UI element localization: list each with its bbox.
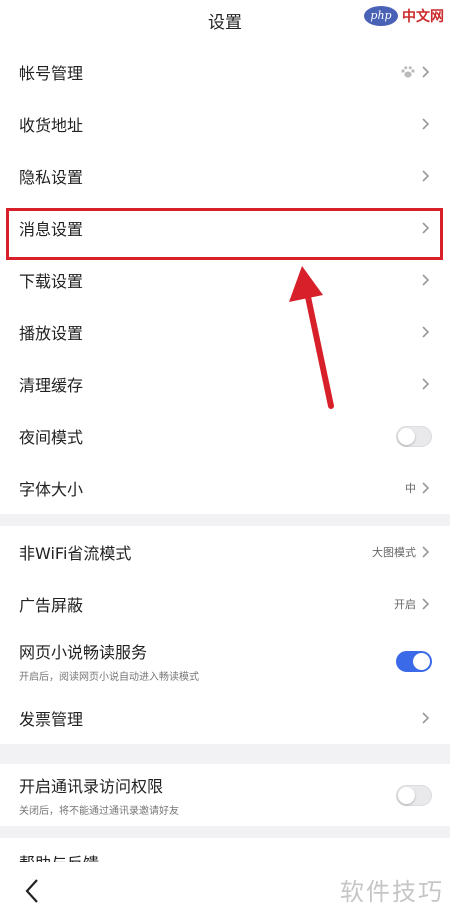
paw-icon <box>401 66 415 78</box>
row-night-mode: 夜间模式 <box>0 410 450 462</box>
row-label: 开启通讯录访问权限 <box>19 777 164 796</box>
settings-group-2: 非WiFi省流模式 大图模式 广告屏蔽 开启 网页小说畅读服务 开启后，阅读网页… <box>0 526 450 744</box>
toggle-knob <box>398 427 415 445</box>
settings-group-3: 开启通讯录访问权限 关闭后，将不能通过通讯录邀请好友 <box>0 764 450 826</box>
novel-reader-toggle[interactable] <box>396 650 432 672</box>
row-label: 广告屏蔽 <box>19 596 84 615</box>
row-label: 网页小说畅读服务 <box>19 643 148 662</box>
row-font-size[interactable]: 字体大小 中 <box>0 462 450 514</box>
bottom-bar: 软件技巧 <box>0 862 450 920</box>
row-contacts-permission: 开启通讯录访问权限 关闭后，将不能通过通讯录邀请好友 <box>0 764 450 826</box>
chevron-right-icon <box>422 326 430 338</box>
row-invoice[interactable]: 发票管理 <box>0 692 450 744</box>
row-download[interactable]: 下载设置 <box>0 254 450 306</box>
row-ad-block[interactable]: 广告屏蔽 开启 <box>0 578 450 630</box>
chevron-right-icon <box>422 118 430 130</box>
row-label: 下载设置 <box>19 272 84 291</box>
row-novel-reader: 网页小说畅读服务 开启后，阅读网页小说自动进入畅读模式 <box>0 630 450 692</box>
chevron-right-icon <box>422 712 430 724</box>
row-account[interactable]: 帐号管理 <box>0 46 450 98</box>
annotation-arrow <box>289 266 334 409</box>
row-label: 收货地址 <box>19 116 84 135</box>
row-label: 清理缓存 <box>19 376 84 395</box>
row-address[interactable]: 收货地址 <box>0 98 450 150</box>
row-label: 帐号管理 <box>19 64 84 83</box>
row-clear-cache[interactable]: 清理缓存 <box>0 358 450 410</box>
chevron-right-icon <box>422 598 430 610</box>
page-title: 设置 <box>208 13 242 33</box>
data-saver-value: 大图模式 <box>372 546 416 559</box>
chevron-right-icon <box>422 66 430 78</box>
chevron-right-icon <box>422 546 430 558</box>
toggle-knob <box>413 652 430 670</box>
toggle-knob <box>398 786 415 804</box>
chevron-right-icon <box>422 482 430 494</box>
night-mode-toggle[interactable] <box>396 425 432 447</box>
row-label: 非WiFi省流模式 <box>19 544 132 563</box>
row-label: 隐私设置 <box>19 168 84 187</box>
settings-group-1: 帐号管理 收货地址 隐私设置 消息设置 下载设置 播放设置 清理缓存 夜间模式 … <box>0 46 450 514</box>
watermark-text: 中文网 <box>402 9 444 25</box>
row-label: 夜间模式 <box>19 428 84 447</box>
row-label: 字体大小 <box>19 480 84 499</box>
font-size-value: 中 <box>405 482 416 495</box>
row-sublabel: 开启后，阅读网页小说自动进入畅读模式 <box>19 672 199 683</box>
chevron-right-icon <box>422 170 430 182</box>
watermark-text-bottom: 软件技巧 <box>340 878 444 906</box>
watermark-logo: php 中文网 <box>364 4 444 28</box>
php-logo: php <box>364 6 398 26</box>
chevron-right-icon <box>422 378 430 390</box>
row-data-saver[interactable]: 非WiFi省流模式 大图模式 <box>0 526 450 578</box>
back-arrow-icon[interactable] <box>24 878 40 904</box>
highlight-box <box>6 208 443 260</box>
row-privacy[interactable]: 隐私设置 <box>0 150 450 202</box>
contacts-permission-toggle[interactable] <box>396 784 432 806</box>
chevron-right-icon <box>422 274 430 286</box>
row-playback[interactable]: 播放设置 <box>0 306 450 358</box>
row-label: 播放设置 <box>19 324 84 343</box>
row-sublabel: 关闭后，将不能通过通讯录邀请好友 <box>19 806 179 817</box>
ad-block-value: 开启 <box>394 598 416 611</box>
row-label: 发票管理 <box>19 710 84 729</box>
